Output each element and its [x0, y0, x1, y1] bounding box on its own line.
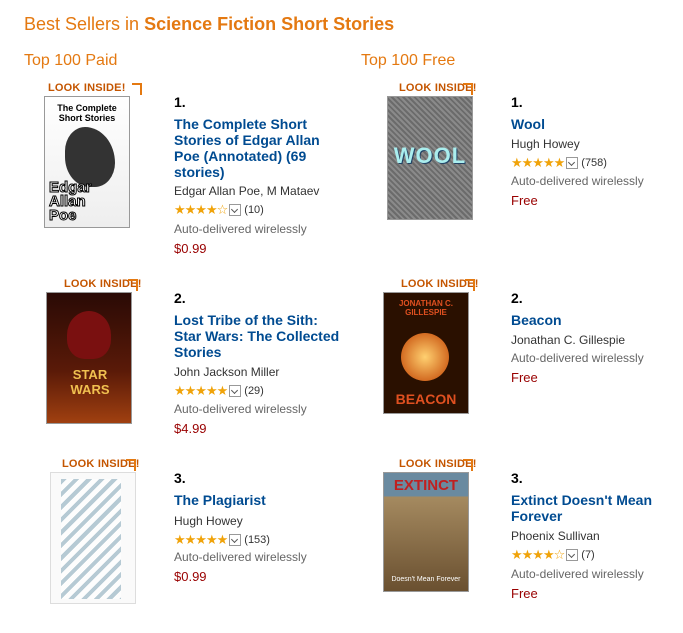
rating[interactable]: ★★★★★ (758) — [511, 155, 607, 171]
paid-item-3: LOOK INSIDE! 3. The Plagiarist Hugh Howe… — [24, 458, 344, 633]
free-item-3: LOOK INSIDE! EXTINCT Doesn't Mean Foreve… — [361, 458, 681, 633]
look-inside-arrow-icon — [463, 83, 473, 95]
book-title-link[interactable]: Extinct Doesn't Mean Forever — [511, 492, 681, 524]
cover-author: Edgar Allan Poe — [49, 179, 93, 224]
book-cover[interactable]: STAR WARS — [46, 292, 132, 424]
delivery-note: Auto-delivered wirelessly — [511, 351, 644, 365]
cover-title: BEACON — [395, 391, 457, 407]
rating-dropdown-icon[interactable] — [229, 534, 242, 546]
star-rating-icon[interactable]: ★★★★☆ — [174, 202, 228, 218]
cover-author: JONATHAN C. GILLESPIE — [398, 299, 454, 317]
review-count[interactable]: (29) — [244, 385, 264, 397]
author: Hugh Howey — [511, 137, 580, 151]
cover-link[interactable]: LOOK INSIDE! STAR WARS — [24, 278, 144, 438]
author: John Jackson Miller — [174, 365, 280, 379]
raven-image — [65, 127, 115, 187]
price: Free — [511, 370, 538, 385]
look-inside-badge: LOOK INSIDE! — [48, 82, 126, 94]
price: $0.99 — [174, 241, 207, 256]
price: $4.99 — [174, 421, 207, 436]
rank: 2. — [174, 290, 186, 306]
author: Edgar Allan Poe, M Mataev — [174, 184, 320, 198]
rank: 2. — [511, 290, 523, 306]
rank: 3. — [174, 470, 186, 486]
star-rating-icon[interactable]: ★★★★★ — [174, 532, 228, 548]
author: Jonathan C. Gillespie — [511, 333, 626, 347]
rating-dropdown-icon[interactable] — [229, 385, 242, 397]
cover-art — [61, 479, 121, 599]
star-rating-icon[interactable]: ★★★★☆ — [511, 547, 565, 563]
category-link[interactable]: Science Fiction Short Stories — [144, 14, 394, 34]
review-count[interactable]: (153) — [244, 534, 270, 546]
delivery-note: Auto-delivered wirelessly — [511, 174, 644, 188]
book-cover[interactable] — [50, 472, 136, 604]
delivery-note: Auto-delivered wirelessly — [511, 567, 644, 581]
paid-item-1: LOOK INSIDE! The Complete Short Stories … — [24, 82, 344, 257]
book-cover[interactable]: JONATHAN C. GILLESPIE BEACON — [383, 292, 469, 414]
rating-dropdown-icon[interactable] — [229, 204, 242, 216]
book-title-link[interactable]: The Plagiarist — [174, 492, 344, 508]
star-rating-icon[interactable]: ★★★★★ — [174, 383, 228, 399]
top-free-heading[interactable]: Top 100 Free — [361, 52, 455, 70]
look-inside-arrow-icon — [128, 279, 138, 291]
cover-title: WOOL — [393, 143, 467, 168]
rank: 1. — [174, 94, 186, 110]
book-cover[interactable]: EXTINCT Doesn't Mean Forever — [383, 472, 469, 592]
price: Free — [511, 193, 538, 208]
cover-link[interactable]: LOOK INSIDE! JONATHAN C. GILLESPIE BEACO… — [361, 278, 481, 438]
cover-title: The Complete Short Stories — [57, 103, 117, 123]
rank: 3. — [511, 470, 523, 486]
rating[interactable]: ★★★★☆ (7) — [511, 547, 595, 563]
sun-image — [401, 333, 449, 381]
book-cover[interactable]: The Complete Short Stories Edgar Allan P… — [44, 96, 130, 228]
free-item-1: LOOK INSIDE! WOOL 1. Wool Hugh Howey ★★★… — [361, 82, 681, 257]
look-inside-arrow-icon — [465, 279, 475, 291]
author: Hugh Howey — [174, 514, 243, 528]
rating[interactable]: ★★★★★ (153) — [174, 532, 270, 548]
rating-dropdown-icon[interactable] — [566, 157, 579, 169]
cover-subtitle: Doesn't Mean Forever — [391, 576, 461, 583]
page-title: Best Sellers in Science Fiction Short St… — [24, 14, 394, 35]
cover-title: EXTINCT — [393, 477, 459, 494]
review-count[interactable]: (758) — [581, 157, 607, 169]
free-item-2: LOOK INSIDE! JONATHAN C. GILLESPIE BEACO… — [361, 278, 681, 453]
title-prefix: Best Sellers in — [24, 14, 145, 34]
look-inside-arrow-icon — [126, 459, 136, 471]
book-title-link[interactable]: The Complete Short Stories of Edgar Alla… — [174, 116, 344, 180]
delivery-note: Auto-delivered wirelessly — [174, 402, 307, 416]
look-inside-arrow-icon — [132, 83, 142, 95]
price: $0.99 — [174, 569, 207, 584]
author: Phoenix Sullivan — [511, 529, 600, 543]
cover-link[interactable]: LOOK INSIDE! The Complete Short Stories … — [24, 82, 144, 242]
paid-item-2: LOOK INSIDE! STAR WARS 2. Lost Tribe of … — [24, 278, 344, 453]
price: Free — [511, 586, 538, 601]
rating[interactable]: ★★★★☆ (10) — [174, 202, 264, 218]
cover-link[interactable]: LOOK INSIDE! EXTINCT Doesn't Mean Foreve… — [361, 458, 481, 618]
review-count[interactable]: (7) — [581, 549, 594, 561]
delivery-note: Auto-delivered wirelessly — [174, 222, 307, 236]
rating-dropdown-icon[interactable] — [566, 549, 579, 561]
cover-title: STAR WARS — [70, 367, 110, 397]
look-inside-arrow-icon — [463, 459, 473, 471]
top-paid-heading[interactable]: Top 100 Paid — [24, 52, 117, 70]
book-title-link[interactable]: Lost Tribe of the Sith: Star Wars: The C… — [174, 312, 344, 360]
book-cover[interactable]: WOOL — [387, 96, 473, 220]
book-title-link[interactable]: Beacon — [511, 312, 681, 328]
sith-face-image — [67, 311, 111, 359]
cover-link[interactable]: LOOK INSIDE! — [24, 458, 144, 618]
rank: 1. — [511, 94, 523, 110]
review-count[interactable]: (10) — [244, 204, 264, 216]
star-rating-icon[interactable]: ★★★★★ — [511, 155, 565, 171]
book-title-link[interactable]: Wool — [511, 116, 681, 132]
delivery-note: Auto-delivered wirelessly — [174, 550, 307, 564]
cover-link[interactable]: LOOK INSIDE! WOOL — [361, 82, 481, 242]
rating[interactable]: ★★★★★ (29) — [174, 383, 264, 399]
